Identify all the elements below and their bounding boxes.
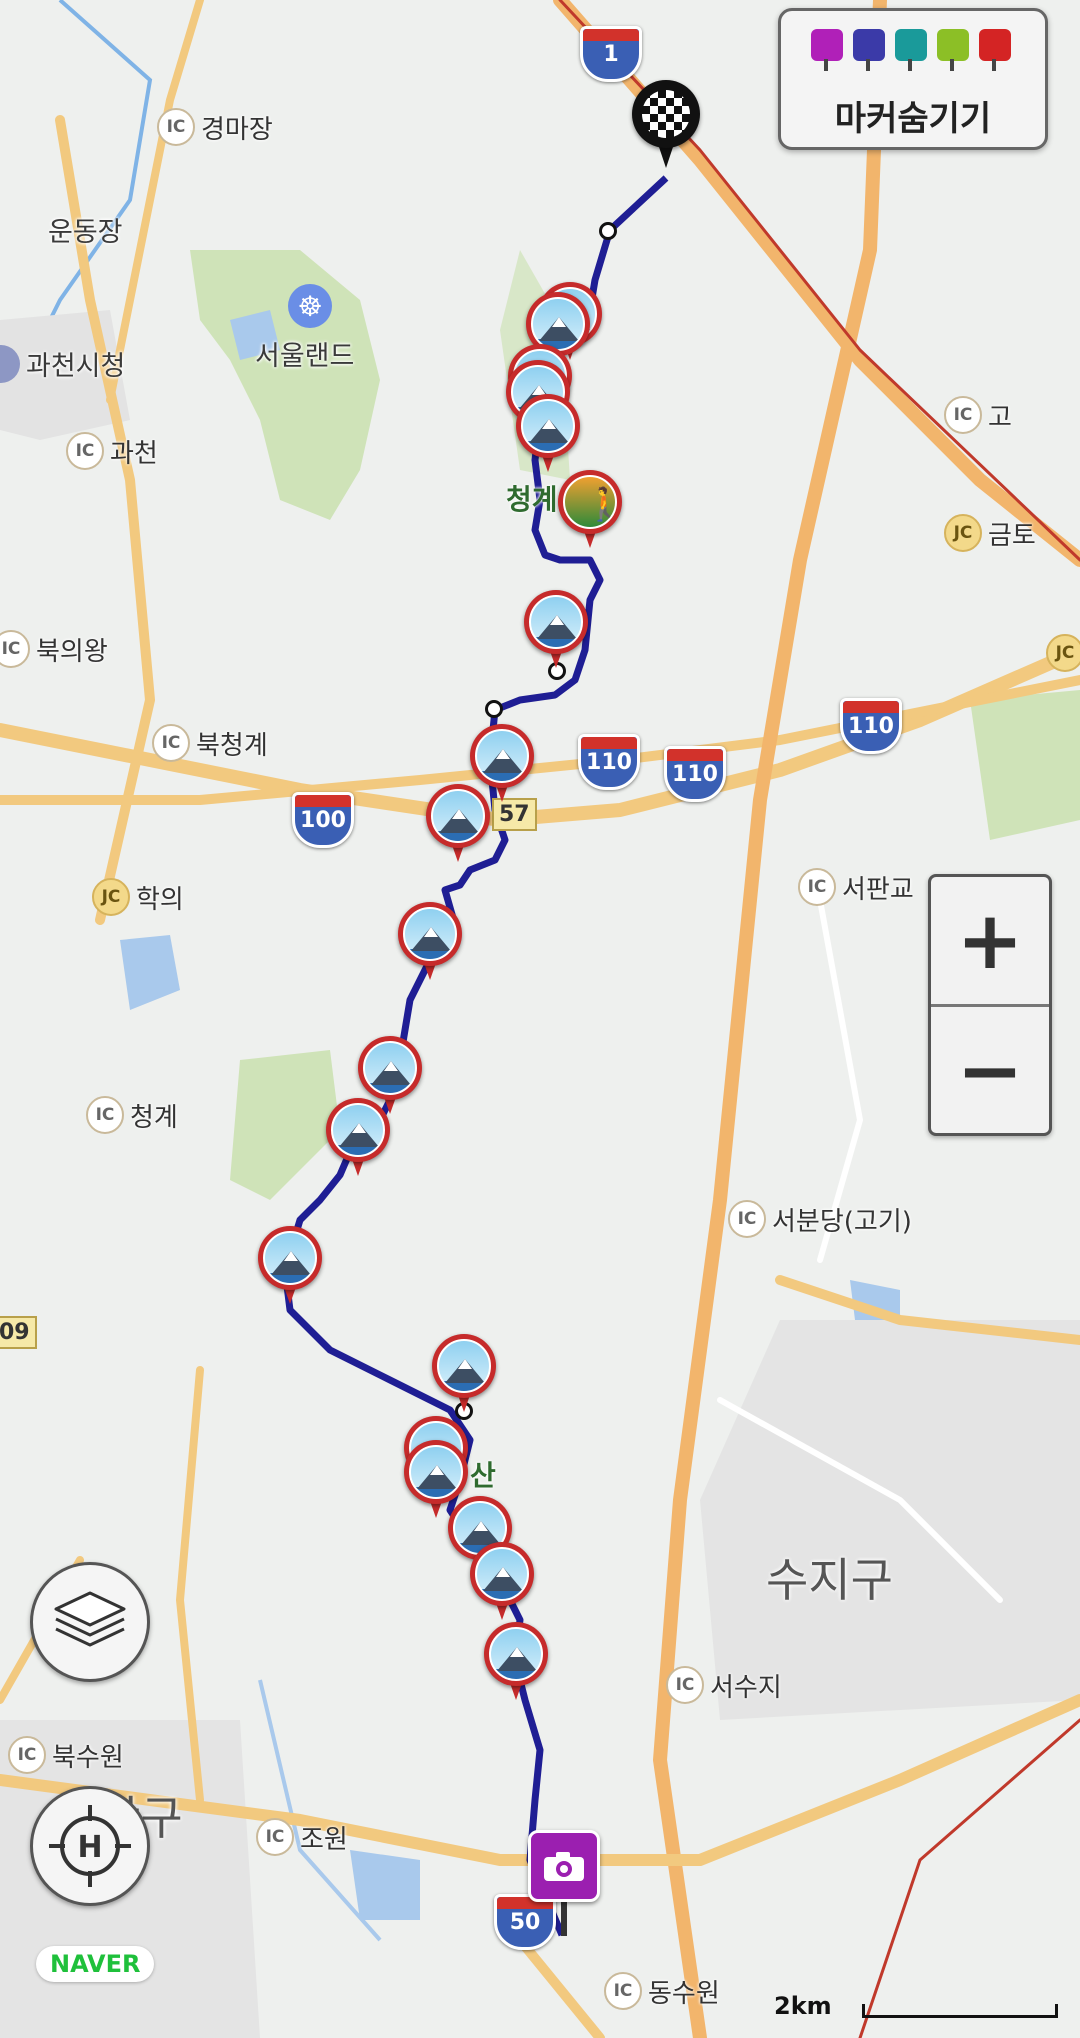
highway-shield-110: 110: [578, 734, 640, 790]
layers-icon: [54, 1591, 126, 1647]
checkered-flag-icon: [642, 90, 690, 138]
camera-marker-icon: [811, 29, 843, 71]
summit-marker[interactable]: [470, 1542, 534, 1622]
photo-marker[interactable]: [528, 1830, 600, 1940]
place-gwanggyosan: 산: [470, 1459, 496, 1492]
hiker-icon: 🚶: [585, 485, 615, 523]
park-area: [190, 250, 380, 520]
summit-marker[interactable]: [432, 1334, 496, 1414]
trail-start-marker[interactable]: 🚶: [558, 470, 622, 550]
place-seosuji: IC 서수지: [666, 1666, 782, 1704]
place-go: IC 고: [944, 396, 1012, 434]
svg-text:H: H: [77, 1830, 102, 1865]
route-waypoint[interactable]: [485, 700, 503, 718]
road: [515, 1935, 605, 2038]
zoom-control: + −: [928, 874, 1052, 1136]
summit-marker[interactable]: [326, 1098, 390, 1178]
highway-shield-110: 110: [840, 698, 902, 754]
summit-marker[interactable]: [484, 1622, 548, 1702]
flag-marker-icon: [979, 29, 1011, 71]
cityhall-icon: [0, 344, 20, 383]
place-jowon: IC 조원: [256, 1818, 348, 1856]
place-gwacheon: IC 과천: [66, 432, 158, 470]
place-bukcheonggye: IC 북청계: [152, 724, 268, 762]
place-cheonggye-ic: IC 청계: [86, 1096, 178, 1134]
place-dongsuwon: IC 동수원: [604, 1972, 720, 2010]
rail-line: [858, 1718, 1080, 2038]
place-cheonggyesan: 청계: [506, 483, 558, 516]
hide-markers-button[interactable]: 마커숨기기: [778, 8, 1048, 150]
place-seopangyo: IC 서판교: [798, 868, 914, 906]
district-suji: 수지구: [766, 1553, 893, 1607]
ic-badge: IC: [157, 108, 195, 146]
place-gyeongmajang: IC 경마장: [157, 108, 273, 146]
park-area: [230, 1050, 340, 1200]
marker-type-icons: [811, 29, 1011, 71]
note-marker-icon: [937, 29, 969, 71]
scale-bar-line: [862, 2004, 1058, 2018]
zoom-out-button[interactable]: −: [931, 1007, 1049, 1134]
pin-marker-icon: [895, 29, 927, 71]
scale-label: 2km: [774, 1992, 832, 2020]
highway-shield-110: 110: [664, 746, 726, 802]
zoom-in-button[interactable]: +: [931, 877, 1049, 1007]
road: [653, 0, 887, 2038]
route-waypoint[interactable]: [599, 222, 617, 240]
place-undongjang: 운동장: [48, 217, 123, 248]
place-hakui: JC 학의: [92, 878, 184, 916]
place-buksuwon: IC 북수원: [8, 1736, 124, 1774]
highway-shield-100: 100: [292, 792, 354, 848]
highway-shield-1: 1: [580, 26, 642, 82]
road: [106, 0, 204, 404]
scale-bar: 2km: [772, 1992, 1062, 2022]
current-location-button[interactable]: H: [30, 1786, 150, 1906]
summit-marker[interactable]: [258, 1226, 322, 1306]
route-number-09: 09: [0, 1316, 37, 1349]
park-area: [970, 690, 1080, 840]
place-jc-edge: JC: [1046, 634, 1080, 672]
lake: [350, 1850, 420, 1920]
summit-marker[interactable]: [426, 784, 490, 864]
layers-button[interactable]: [30, 1562, 150, 1682]
place-gwacheon-cityhall: 과천시청: [0, 344, 125, 383]
amusement-park-icon: ☸: [288, 284, 332, 328]
urban-area: [700, 1320, 1080, 1720]
camera-icon: [544, 1852, 584, 1881]
crosshair-h-icon: H: [49, 1805, 131, 1887]
place-seoulland: 서울랜드: [255, 341, 355, 372]
finish-marker[interactable]: [632, 80, 700, 172]
summit-marker[interactable]: [524, 590, 588, 670]
summit-marker[interactable]: [398, 902, 462, 982]
lake: [120, 935, 180, 1010]
hide-markers-label: 마커숨기기: [834, 99, 992, 139]
naver-logo: NAVER: [36, 1946, 155, 1982]
place-geumto: JC 금토: [944, 514, 1036, 552]
place-bukuiwang: IC 북의왕: [0, 630, 108, 668]
video-marker-icon: [853, 29, 885, 71]
place-seobundang: IC 서분당(고기): [728, 1200, 912, 1238]
summit-marker[interactable]: [516, 394, 580, 474]
